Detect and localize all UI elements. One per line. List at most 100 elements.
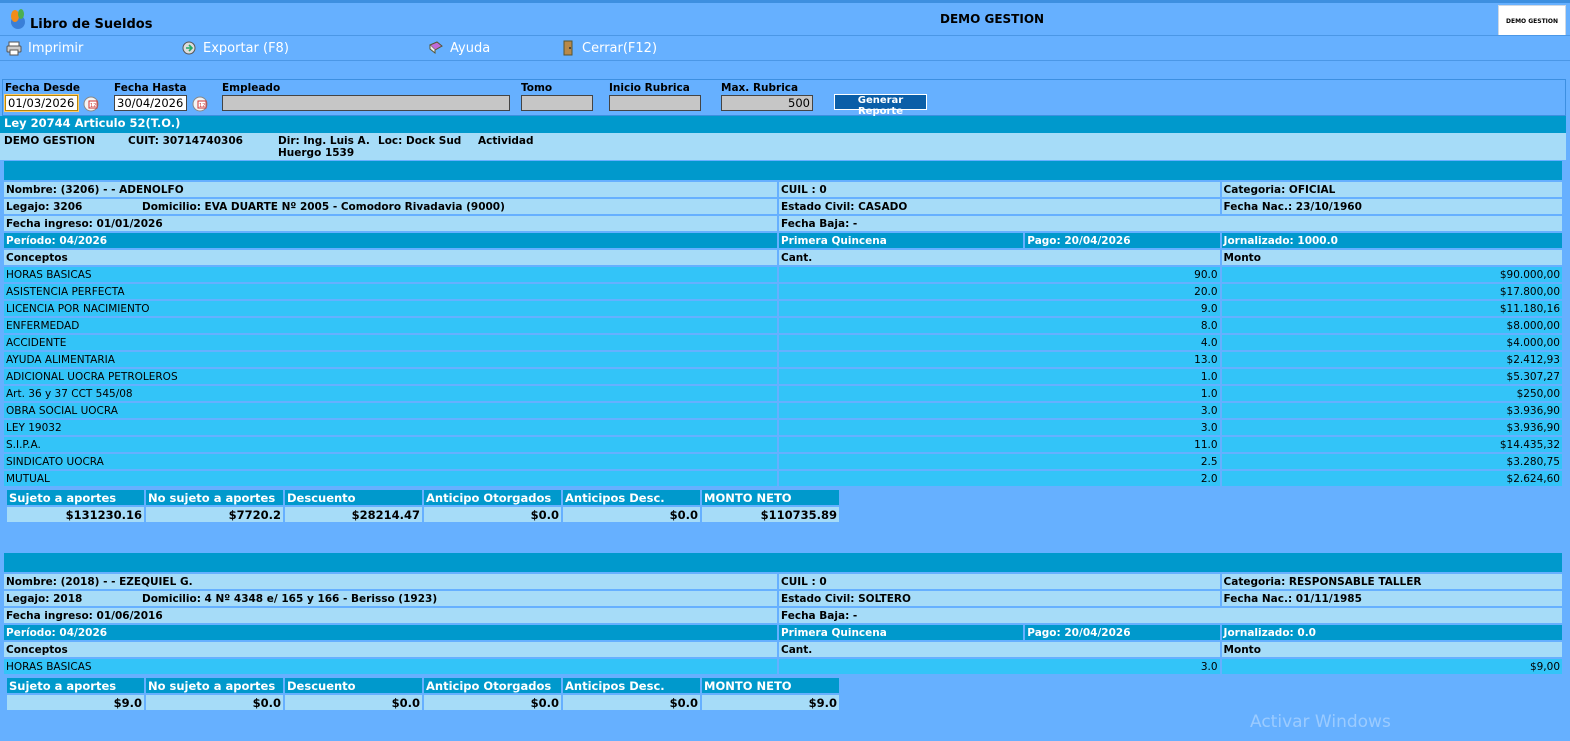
totals-value: $0.0 [424,507,561,522]
empleado-label: Empleado [222,82,281,94]
close-button[interactable]: Cerrar(F12) [560,40,657,56]
calendar-icon[interactable]: 12 [191,95,209,113]
concept-name: ADICIONAL UOCRA PETROLEROS [4,369,777,384]
employee-cuil: CUIL : 0 [778,574,1220,589]
concept-amount: $17.800,00 [1221,284,1562,299]
totals-value: $28214.47 [285,507,422,522]
concept-quantity: 2.0 [778,471,1220,486]
concepts-body: HORAS BASICAS 3.0 $9,00 [4,659,1562,674]
employee-domicilio: Domicilio: EVA DUARTE Nº 2005 - Comodoro… [142,200,505,213]
totals-header: MONTO NETO [702,678,839,693]
concept-amount: $11.180,16 [1221,301,1562,316]
employee-category: Categoria: OFICIAL [1221,182,1562,197]
payment-date: Pago: 20/04/2026 [1025,233,1220,248]
concept-name: SINDICATO UOCRA [4,454,777,469]
concept-name: S.I.P.A. [4,437,777,452]
totals-header: Sujeto a aportes [7,678,144,693]
concept-row: OBRA SOCIAL UOCRA 3.0 $3.936,90 [4,403,1562,418]
fortnight: Primera Quincena [778,625,1024,640]
concept-name: ASISTENCIA PERFECTA [4,284,777,299]
concept-row: S.I.P.A. 11.0 $14.435,32 [4,437,1562,452]
employee-table: Nombre: (2018) - - EZEQUIEL G. CUIL : 0 … [2,572,1564,676]
employee-category: Categoria: RESPONSABLE TALLER [1221,574,1562,589]
col-conceptos: Conceptos [4,250,777,265]
concept-quantity: 13.0 [778,352,1220,367]
concept-name: HORAS BASICAS [4,267,777,282]
concept-quantity: 8.0 [778,318,1220,333]
concept-row: ASISTENCIA PERFECTA 20.0 $17.800,00 [4,284,1562,299]
fecha-desde-input[interactable] [4,94,79,112]
generate-report-button[interactable]: Generar Reporte [834,94,927,117]
employee-birthdate: Fecha Nac.: 01/11/1985 [1221,591,1562,606]
employee-section: Nombre: (2018) - - EZEQUIEL G. CUIL : 0 … [4,553,1562,712]
concept-row: MUTUAL 2.0 $2.624,60 [4,471,1562,486]
calendar-icon[interactable]: 12 [82,95,100,113]
concept-row: ENFERMEDAD 8.0 $8.000,00 [4,318,1562,333]
company-name: DEMO GESTION [4,135,96,147]
concept-name: LICENCIA POR NACIMIENTO [4,301,777,316]
totals-header: MONTO NETO [702,490,839,505]
concept-amount: $90.000,00 [1221,267,1562,282]
concept-quantity: 1.0 [778,369,1220,384]
fortnight: Primera Quincena [778,233,1024,248]
totals-value: $9.0 [7,695,144,710]
inicio-rubrica-label: Inicio Rubrica [609,82,690,94]
totals-header: Sujeto a aportes [7,490,144,505]
concepts-header-row: Conceptos Cant. Monto [4,250,1562,265]
help-button[interactable]: Ayuda [428,40,490,56]
concept-amount: $5.307,27 [1221,369,1562,384]
period-row: Período: 04/2026 Primera Quincena Pago: … [4,233,1562,248]
totals-value: $9.0 [702,695,839,710]
employee-table: Nombre: (3206) - - ADENOLFO CUIL : 0 Cat… [2,180,1564,488]
totals-value: $0.0 [424,695,561,710]
tomo-input[interactable] [521,95,593,111]
employee-hire-date: Fecha ingreso: 01/06/2016 [4,608,777,623]
employee-row: Legajo: 2018 Domicilio: 4 Nº 4348 e/ 165 … [4,591,1562,606]
employee-legajo: Legajo: 2018 [6,592,83,605]
fecha-desde-label: Fecha Desde [5,82,81,94]
totals-header: Descuento [285,490,422,505]
totals-value: $7720.2 [146,507,283,522]
concept-row: HORAS BASICAS 90.0 $90.000,00 [4,267,1562,282]
totals-value: $0.0 [563,695,700,710]
concept-quantity: 9.0 [778,301,1220,316]
payment-date: Pago: 20/04/2026 [1025,625,1220,640]
concept-row: AYUDA ALIMENTARIA 13.0 $2.412,93 [4,352,1562,367]
max-rubrica-input[interactable] [721,95,813,111]
empleado-input[interactable] [222,95,510,111]
concept-amount: $250,00 [1221,386,1562,401]
concept-name: LEY 19032 [4,420,777,435]
section-band [4,553,1562,572]
company-address: Dir: Ing. Luis A. [278,135,370,147]
concept-quantity: 20.0 [778,284,1220,299]
svg-text:12: 12 [199,103,205,109]
concept-quantity: 3.0 [778,659,1220,674]
concept-name: Art. 36 y 37 CCT 545/08 [4,386,777,401]
employee-legajo-domicilio: Legajo: 3206 Domicilio: EVA DUARTE Nº 200… [4,199,777,214]
col-cant: Cant. [778,250,1220,265]
concept-amount: $9,00 [1221,659,1562,674]
inicio-rubrica-input[interactable] [609,95,701,111]
totals-header-row: Sujeto a aportes No sujeto a aportes Descu… [7,490,839,505]
totals-header-row: Sujeto a aportes No sujeto a aportes Descu… [7,678,839,693]
concept-quantity: 11.0 [778,437,1220,452]
totals-value-row: $131230.16 $7720.2 $28214.47 $0.0 $0.0 $11073… [7,507,839,522]
employee-legajo-domicilio: Legajo: 2018 Domicilio: 4 Nº 4348 e/ 165 … [4,591,777,606]
employee-termination-date: Fecha Baja: - [778,608,1562,623]
concept-quantity: 4.0 [778,335,1220,350]
export-button[interactable]: Exportar (F8) [181,40,289,56]
concept-amount: $14.435,32 [1221,437,1562,452]
printer-icon [6,41,22,56]
employee-hire-date: Fecha ingreso: 01/01/2026 [4,216,777,231]
concept-row: HORAS BASICAS 3.0 $9,00 [4,659,1562,674]
print-button[interactable]: Imprimir [6,40,83,56]
svg-text:12: 12 [90,103,96,109]
concept-quantity: 1.0 [778,386,1220,401]
concept-row: LEY 19032 3.0 $3.936,90 [4,420,1562,435]
toolbar: Imprimir Exportar (F8) Ayuda Cerrar(F12) [0,35,1570,61]
totals-value: $0.0 [146,695,283,710]
company-logo: DEMO GESTION [1498,5,1566,38]
tomo-label: Tomo [521,82,553,94]
period: Período: 04/2026 [4,233,777,248]
fecha-hasta-input[interactable] [114,95,187,111]
